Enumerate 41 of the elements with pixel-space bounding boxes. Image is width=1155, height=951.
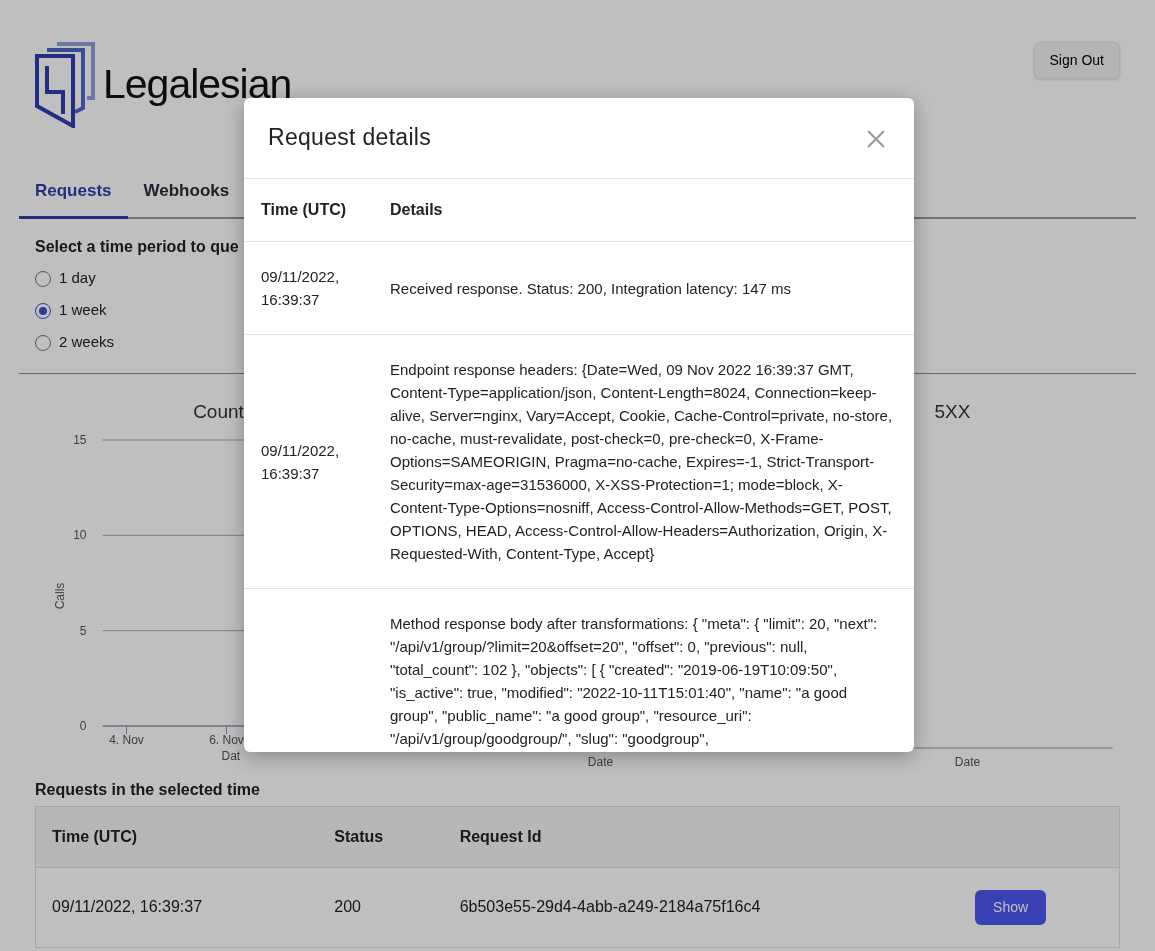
column-header: Details: [373, 179, 914, 242]
period-label: Select a time period to que: [35, 236, 240, 257]
radio-button[interactable]: [35, 270, 51, 287]
y-tick-label: 15: [73, 433, 87, 447]
column-header: Request Id: [443, 806, 960, 867]
brand-name: Legalesian: [103, 60, 292, 110]
logo-icon: [35, 42, 95, 128]
radio-button[interactable]: [35, 334, 51, 351]
table-cell: Endpoint response headers: {Date=Wed, 09 Nov 2022 16:39:37 GMT, Content-Type=application/json, Content-Length=8024, Connection=keep-alive, Server=nginx, Vary=Accept, Cookie, Cache-Control=private, no-store, no-cache, must-revalidate, post-check=0, pre-check=0, X-Frame-Options=SAMEORIGIN, Pragma=no-cache, Expires=-1, Strict-Transport-Security=max-age=31536000, X-XSS-Protection=1; mode=block, X-Content-Type-Options=nosniff, Access-Control-Allow-Methods=GET, POST, OPTIONS, HEAD, Access-Control-Allow-Headers=Authorization, Origin, X-Requested-With, Content-Type, Accept}: [390, 361, 893, 562]
column-header: Status: [318, 806, 444, 867]
chart-title: Count: [193, 399, 244, 424]
tab[interactable]: Webhooks: [127, 166, 246, 219]
table-cell: Received response. Status: 200, Integration latency: 147 ms: [390, 279, 792, 297]
table-cell: 200: [318, 867, 444, 947]
column-header: Time (UTC): [244, 179, 373, 242]
x-tick-label: 4. Nov: [109, 733, 144, 747]
section-heading: Requests in the selected time: [35, 779, 261, 800]
chart-title: 5XX: [934, 399, 971, 424]
option-label[interactable]: 1 week: [59, 299, 107, 322]
tab[interactable]: Requests: [19, 166, 128, 219]
close-icon: [866, 128, 886, 149]
radio-button[interactable]: [35, 302, 51, 319]
option-label[interactable]: 2 weeks: [59, 331, 115, 354]
x-axis-label: Dat: [221, 749, 241, 763]
table-cell: 09/11/2022, 16:39:37: [35, 867, 319, 947]
y-tick-label: 10: [73, 528, 87, 543]
table-cell: 6b503e55-29d4-4abb-a249-2184a75f16c4: [443, 867, 960, 947]
modal-title: Request details: [268, 124, 432, 152]
y-tick-label: 5: [79, 623, 87, 638]
column-header: Time (UTC): [35, 806, 319, 867]
table-cell: Method response body after transformations: { "meta": { "limit": 20, "next": "/api/v1/group/?limit=20&offset=20", "offset": 0, "previous": null, "total_count": 102 }, "objects": [ { "created": "2019-06-19T10:09:50", "is_active": true, "modified": "2022-10-11T15:01:40", "name": "a good group", "public_name": "a good group", "resource_uri": "/api/v1/group/goodgroup/", "slug": "goodgroup",: [390, 615, 878, 747]
show-button[interactable]: Show: [975, 889, 1047, 925]
x-axis-label: Date: [587, 755, 614, 769]
option-label[interactable]: 1 day: [59, 267, 96, 290]
x-axis-label: Date: [954, 755, 981, 769]
y-axis-label: Calls: [52, 582, 67, 610]
x-tick-label: 6. Nov: [209, 733, 244, 747]
y-tick-label: 0: [79, 719, 87, 733]
sign-out-button[interactable]: Sign Out: [1033, 42, 1120, 79]
table-cell: 09/11/2022, 16:39:37: [261, 268, 340, 308]
table-cell: 09/11/2022, 16:39:37: [261, 441, 340, 482]
